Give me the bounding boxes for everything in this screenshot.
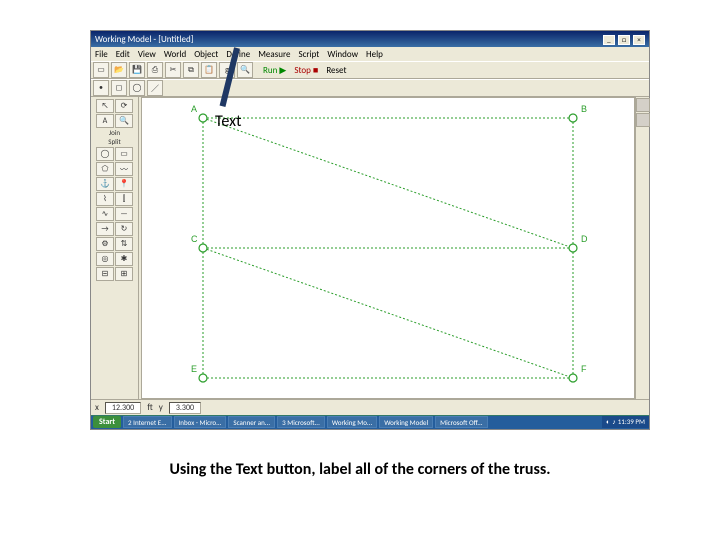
menu-script[interactable]: Script [298, 49, 319, 60]
tool-c[interactable]: ◯ [129, 80, 145, 96]
join-label: Join [91, 129, 138, 137]
tool-a[interactable]: • [93, 80, 109, 96]
taskbar-item-6[interactable]: Microsoft Off... [435, 416, 487, 428]
open-button[interactable]: 📂 [111, 62, 127, 78]
zoom-tool[interactable]: 🔍 [115, 114, 133, 128]
close-button[interactable]: × [633, 35, 645, 45]
poly-tool[interactable]: ⬠ [96, 162, 114, 176]
run-button[interactable]: Run ▶ [263, 65, 286, 76]
print-button[interactable]: ⎙ [147, 62, 163, 78]
pointer-tool[interactable]: ↖ [96, 99, 114, 113]
statusbar: x 12.300 ft y 3.300 [91, 399, 649, 415]
cut-button[interactable]: ✂ [165, 62, 181, 78]
tray-icon: ◐ [606, 416, 610, 428]
status-x-value: 12.300 [105, 402, 141, 414]
toolbar-secondary: • ◻ ◯ ／ [91, 79, 649, 97]
minimize-button[interactable]: _ [603, 35, 615, 45]
svg-text:E: E [191, 364, 197, 374]
canvas[interactable]: A B C D E F [141, 97, 635, 399]
toolbar-main: ▭ 📂 💾 ⎙ ✂ ⧉ 📋 g 🔍 Run ▶ Stop ■ Reset [91, 61, 649, 79]
zoom-button[interactable]: 🔍 [237, 62, 253, 78]
taskbar-item-1[interactable]: Inbox - Micro... [174, 416, 227, 428]
motor-tool[interactable]: ⚙ [96, 237, 114, 251]
square-tool[interactable]: ▭ [115, 147, 133, 161]
svg-text:F: F [581, 364, 587, 374]
maximize-button[interactable]: □ [618, 35, 630, 45]
taskbar-item-5[interactable]: Working Model [379, 416, 433, 428]
slot-tool[interactable]: ⊟ [96, 267, 114, 281]
anchor-tool[interactable]: ⚓ [96, 177, 114, 191]
menu-edit[interactable]: Edit [116, 49, 130, 60]
taskbar: Start 2 Internet E... Inbox - Micro... S… [91, 415, 649, 429]
svg-text:A: A [191, 104, 197, 114]
gear-tool[interactable]: ✱ [115, 252, 133, 266]
rod-tool[interactable]: — [115, 207, 133, 221]
status-x-label: x [95, 402, 99, 413]
window-title: Working Model - [Untitled] [95, 34, 193, 45]
tool-b[interactable]: ◻ [111, 80, 127, 96]
pin-tool[interactable]: 📍 [115, 177, 133, 191]
menu-measure[interactable]: Measure [258, 49, 290, 60]
taskbar-item-0[interactable]: 2 Internet E... [123, 416, 171, 428]
menu-view[interactable]: View [138, 49, 156, 60]
slide-caption: Using the Text button, label all of the … [0, 460, 720, 479]
reset-button[interactable]: Reset [326, 65, 346, 76]
window-controls: _ □ × [602, 34, 645, 45]
clock: 11:39 PM [618, 416, 645, 428]
taskbar-item-2[interactable]: Scanner an... [228, 416, 275, 428]
left-toolbox: ↖⟳ A🔍 Join Split ◯▭ ⬠〰 ⚓📍 ⌇⫿ ∿— →↻ ⚙⇅ ◎✱… [91, 97, 139, 399]
new-button[interactable]: ▭ [93, 62, 109, 78]
titlebar: Working Model - [Untitled] _ □ × [91, 31, 649, 47]
circle-tool[interactable]: ◯ [96, 147, 114, 161]
svg-text:C: C [191, 234, 198, 244]
taskbar-item-3[interactable]: 3 Microsoft... [277, 416, 325, 428]
paste-button[interactable]: 📋 [201, 62, 217, 78]
keyed-tool[interactable]: ⊞ [115, 267, 133, 281]
vertical-scrollbar[interactable] [635, 97, 649, 399]
taskbar-item-4[interactable]: Working Mo... [327, 416, 377, 428]
tray-icon: ♪ [612, 416, 616, 428]
start-button[interactable]: Start [93, 416, 121, 428]
split-label: Split [91, 138, 138, 146]
callout-label: Text [215, 112, 241, 131]
menubar: File Edit View World Object Define Measu… [91, 47, 649, 61]
menu-file[interactable]: File [95, 49, 108, 60]
system-tray[interactable]: ◐ ♪ 11:39 PM [602, 416, 649, 428]
rotate-tool[interactable]: ⟳ [115, 99, 133, 113]
torque-tool[interactable]: ↻ [115, 222, 133, 236]
spring-tool[interactable]: ⌇ [96, 192, 114, 206]
save-button[interactable]: 💾 [129, 62, 145, 78]
truss-diagram: A B C D E F [142, 98, 634, 398]
menu-object[interactable]: Object [194, 49, 218, 60]
svg-text:D: D [581, 234, 588, 244]
status-y-value: 3.300 [169, 402, 201, 414]
tool-d[interactable]: ／ [147, 80, 163, 96]
curve-tool[interactable]: 〰 [115, 162, 133, 176]
pulley-tool[interactable]: ◎ [96, 252, 114, 266]
stop-button[interactable]: Stop ■ [294, 65, 318, 76]
run-controls: Run ▶ Stop ■ Reset [263, 65, 347, 76]
status-y-label: y [159, 402, 163, 413]
force-tool[interactable]: → [96, 222, 114, 236]
menu-help[interactable]: Help [366, 49, 383, 60]
app-window: Working Model - [Untitled] _ □ × File Ed… [90, 30, 650, 430]
status-x-unit: ft [147, 402, 153, 413]
rope-tool[interactable]: ∿ [96, 207, 114, 221]
copy-button[interactable]: ⧉ [183, 62, 199, 78]
actuator-tool[interactable]: ⇅ [115, 237, 133, 251]
damper-tool[interactable]: ⫿ [115, 192, 133, 206]
svg-text:B: B [581, 104, 587, 114]
text-tool[interactable]: A [96, 114, 114, 128]
menu-world[interactable]: World [164, 49, 186, 60]
menu-window[interactable]: Window [327, 49, 358, 60]
